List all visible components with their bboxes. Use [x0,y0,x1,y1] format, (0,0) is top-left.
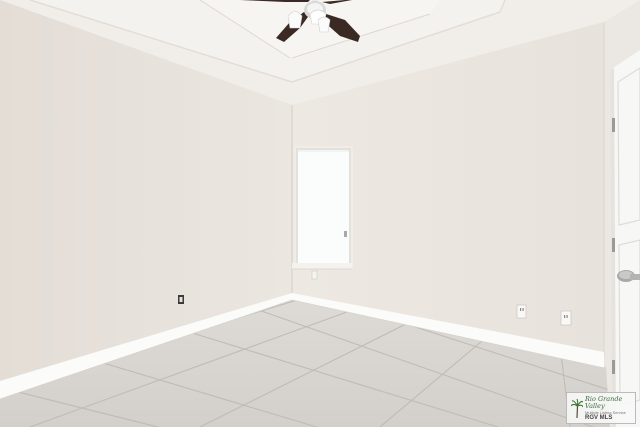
watermark-mls: RGV MLS [585,415,613,421]
door [610,50,640,427]
watermark-logo: Rio Grande Valley Multiple Listing Servi… [566,392,636,424]
palm-tree-icon [571,398,583,418]
outlet-icon [178,295,184,304]
watermark-brand: Rio Grande Valley [585,395,623,410]
outlet-icon [516,304,527,319]
room-illustration [0,0,640,427]
outlet-icon [311,270,318,280]
window [292,146,353,270]
outlet-icon [560,310,572,326]
room-photo: Rio Grande Valley Multiple Listing Servi… [0,0,640,427]
